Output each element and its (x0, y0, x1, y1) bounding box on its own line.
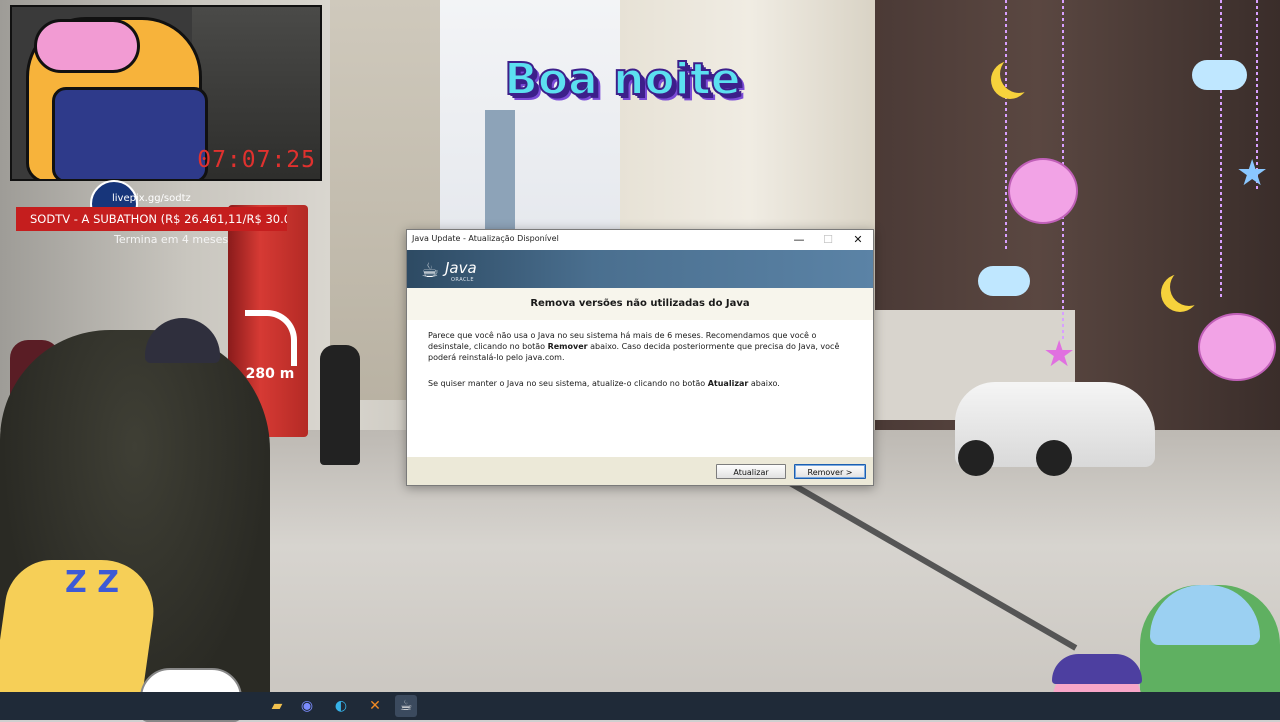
dialog-heading: Remova versões não utilizadas do Java (530, 298, 750, 309)
java-update-dialog: Java Update - Atualização Disponível — ☐… (406, 229, 874, 486)
java-logo: ☕ Java ORACLE (421, 256, 501, 286)
hanging-string (1005, 0, 1007, 250)
taskbar (0, 692, 1280, 720)
paragraph-emphasis: Remover (547, 342, 588, 351)
star-icon: ★ (1043, 334, 1076, 375)
pillar-distance: 280 m (245, 366, 295, 382)
pedestrian (320, 345, 360, 465)
oracle-logo-text: ORACLE (451, 277, 474, 283)
hanging-string (1220, 0, 1222, 300)
update-button[interactable]: Atualizar (716, 464, 786, 479)
maximize-button[interactable]: ☐ (814, 230, 842, 250)
social-link: livepix.gg/sodtz (112, 193, 191, 204)
java-banner: ☕ Java ORACLE (407, 250, 873, 288)
heading-area: Remova versões não utilizadas do Java (407, 288, 873, 321)
cloud-icon (1192, 60, 1247, 90)
subathon-banner: SODTV - A SUBATHON (R$ 26.461,11/R$ 30.0… (16, 207, 287, 231)
paragraph-emphasis: Atualizar (707, 379, 749, 388)
stream-timer: 07:07:25 (197, 147, 316, 173)
file-explorer-icon[interactable]: ▰ (266, 695, 288, 717)
java-logo-text: Java (445, 259, 477, 277)
car-wheel (1036, 440, 1072, 476)
java-cup-icon: ☕ (421, 258, 439, 282)
car-wheel (958, 440, 994, 476)
kirby-cap (1052, 654, 1142, 684)
remove-button[interactable]: Remover > (794, 464, 866, 479)
zzz-icon: Z Z (65, 565, 119, 600)
java-icon[interactable]: ☕ (395, 695, 417, 717)
distant-tower (485, 110, 515, 230)
window-title: Java Update - Atualização Disponível (412, 234, 559, 243)
moon-icon (1000, 55, 1038, 93)
paragraph-remove: Parece que você não usa o Java no seu si… (428, 330, 858, 363)
discord-icon[interactable]: ◉ (296, 695, 318, 717)
title-bar[interactable]: Java Update - Atualização Disponível — ☐… (407, 230, 873, 250)
moon-icon (1170, 268, 1208, 306)
dialog-body: Parece que você não usa o Java no seu si… (407, 320, 873, 457)
edge-icon[interactable]: ◐ (330, 695, 352, 717)
minimize-button[interactable]: — (785, 230, 813, 250)
paragraph-text: abaixo. (748, 379, 780, 388)
subathon-subtitle: Termina em 4 meses (114, 233, 229, 246)
greeting-overlay: Boa noite (503, 53, 741, 106)
paragraph-text: Se quiser manter o Java no seu sistema, … (428, 379, 708, 388)
sheep-icon (1008, 158, 1078, 224)
blanket (52, 87, 208, 179)
sheep-icon (1198, 313, 1276, 381)
tool-icon[interactable]: ✕ (364, 695, 386, 717)
webcam-overlay: 07:07:25 (10, 5, 322, 181)
paragraph-update: Se quiser manter o Java no seu sistema, … (428, 378, 858, 389)
nightcap (34, 19, 140, 73)
close-button[interactable]: ✕ (844, 230, 872, 250)
star-icon: ★ (1236, 153, 1269, 194)
dialog-footer: Atualizar Remover > (407, 457, 873, 485)
cloud-icon (978, 266, 1030, 296)
